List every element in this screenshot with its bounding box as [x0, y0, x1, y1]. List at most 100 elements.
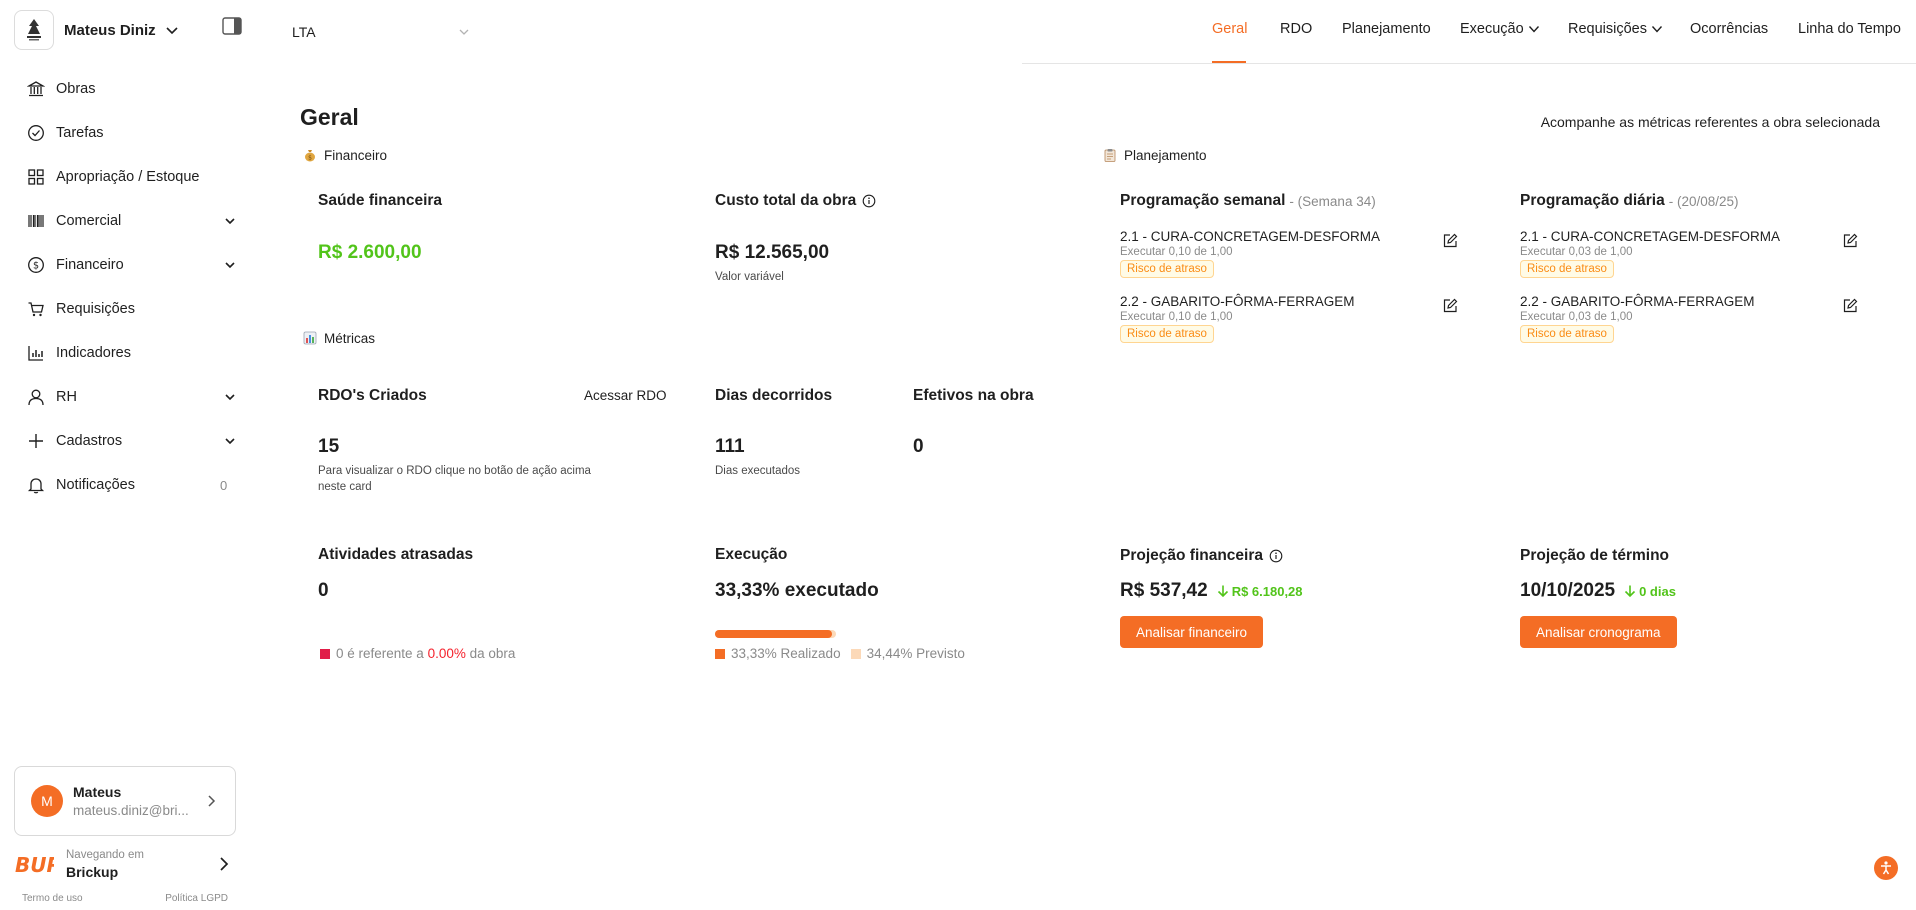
task-title: 2.1 - CURA-CONCRETAGEM-DESFORMA — [1520, 229, 1781, 244]
rdo-value: 15 — [318, 436, 340, 457]
legend-previsto: 34,44% Previsto — [866, 646, 965, 661]
sidebar-item-label: Obras — [56, 81, 96, 97]
sidebar-item-obras[interactable]: Obras — [0, 67, 252, 111]
tab-planejamento[interactable]: Planejamento — [1342, 21, 1431, 37]
edit-icon[interactable] — [1442, 233, 1458, 249]
active-tab-indicator — [1212, 61, 1246, 63]
chevron-down-icon — [459, 29, 469, 35]
atrasadas-value: 0 — [318, 580, 329, 601]
status-badge: Risco de atraso — [1520, 260, 1614, 278]
projecao-termino-delta: 0 dias — [1623, 584, 1676, 599]
sidebar-item-financeiro[interactable]: $ Financeiro — [0, 243, 252, 287]
chevron-down-icon — [225, 262, 235, 269]
delta-text: R$ 6.180,28 — [1231, 583, 1303, 599]
sidebar-toggle-icon[interactable] — [222, 17, 242, 35]
tab-label: Requisições — [1568, 21, 1647, 37]
sidebar-item-cadastros[interactable]: Cadastros — [0, 419, 252, 463]
weekly-task-item: 2.1 - CURA-CONCRETAGEM-DESFORMA Executar… — [1120, 229, 1458, 278]
terms-link[interactable]: Termo de uso — [22, 893, 83, 904]
avatar: M — [31, 785, 63, 817]
task-title: 2.2 - GABARITO-FÔRMA-FERRAGEM — [1120, 294, 1355, 309]
projecao-financeira-delta: R$ 6.180,28 — [1216, 584, 1303, 599]
task-title: 2.2 - GABARITO-FÔRMA-FERRAGEM — [1520, 294, 1755, 309]
legend-realizado: 33,33% Realizado — [731, 646, 841, 661]
task-sub: Executar 0,03 de 1,00 — [1520, 246, 1633, 258]
check-circle-icon — [26, 123, 46, 143]
tab-requisicoes[interactable]: Requisições — [1568, 21, 1664, 37]
status-badge: Risco de atraso — [1120, 260, 1214, 278]
sidebar-item-notificacoes[interactable]: Notificações 0 — [0, 463, 252, 507]
tab-label: Linha do Tempo — [1798, 21, 1901, 37]
card-title-period: - (20/08/25) — [1668, 193, 1739, 209]
atrasadas-legend: 0 é referente a 0.00% da obra — [320, 646, 515, 661]
account-name: Mateus Diniz — [64, 21, 156, 39]
delta-text: 0 dias — [1639, 583, 1676, 599]
sidebar-item-rh[interactable]: RH — [0, 375, 252, 419]
edit-icon[interactable] — [1442, 298, 1458, 314]
info-icon[interactable] — [1269, 549, 1283, 563]
user-name: Mateus — [73, 784, 122, 800]
user-icon — [26, 387, 46, 407]
task-title: 2.1 - CURA-CONCRETAGEM-DESFORMA — [1120, 229, 1381, 244]
edit-icon[interactable] — [1842, 233, 1858, 249]
sidebar-item-label: Tarefas — [56, 125, 104, 141]
page-subtitle: Acompanhe as métricas referentes a obra … — [1540, 114, 1880, 130]
access-rdo-link[interactable]: Acessar RDO — [584, 388, 667, 403]
sidebar-item-comercial[interactable]: Comercial — [0, 199, 252, 243]
tab-rdo[interactable]: RDO — [1280, 21, 1312, 37]
saude-value: R$ 2.600,00 — [318, 242, 422, 263]
sidebar: Mateus Diniz Obras Tarefas Apropriação /… — [0, 0, 252, 910]
execution-progress-bar — [715, 630, 836, 638]
dias-note: Dias executados — [715, 465, 801, 477]
task-sub: Executar 0,10 de 1,00 — [1120, 246, 1233, 258]
sidebar-item-indicadores[interactable]: Indicadores — [0, 331, 252, 375]
sidebar-item-apropriacao[interactable]: Apropriação / Estoque — [0, 155, 252, 199]
legend-swatch-realizado — [715, 648, 725, 659]
chevron-right-icon — [220, 857, 229, 871]
card-title-execucao: Execução — [715, 546, 788, 563]
accessibility-button[interactable] — [1874, 856, 1898, 880]
chevron-right-icon — [208, 795, 216, 807]
legend-text: 0 é referente a — [336, 646, 424, 661]
chevron-down-icon — [225, 438, 235, 445]
chevron-down-icon — [1528, 26, 1539, 33]
edit-icon[interactable] — [1842, 298, 1858, 314]
card-title-text: Programação semanal — [1120, 192, 1286, 209]
analyze-schedule-button[interactable]: Analisar cronograma — [1520, 616, 1677, 648]
privacy-link[interactable]: Política LGPD — [165, 893, 228, 904]
org-switcher[interactable]: BUP Navegando em Brickup — [14, 844, 236, 884]
grid-icon — [26, 167, 46, 187]
legend-text: da obra — [469, 646, 516, 661]
company-logo — [14, 10, 54, 50]
info-icon[interactable] — [862, 194, 876, 208]
tab-label: RDO — [1280, 21, 1313, 37]
card-title-projecao-financeira: Projeção financeira — [1120, 547, 1283, 565]
section-financeiro: $ Financeiro — [302, 147, 387, 163]
card-title-atrasadas: Atividades atrasadas — [318, 546, 474, 563]
tab-linha-do-tempo[interactable]: Linha do Tempo — [1798, 21, 1901, 37]
tab-execucao[interactable]: Execução — [1460, 21, 1541, 37]
sidebar-item-tarefas[interactable]: Tarefas — [0, 111, 252, 155]
tab-ocorrencias[interactable]: Ocorrências — [1690, 21, 1768, 37]
sidebar-item-label: Notificações — [56, 477, 135, 493]
money-bag-icon: $ — [302, 147, 318, 163]
projecao-financeira-value-row: R$ 537,42 R$ 6.180,28 — [1120, 580, 1303, 602]
accessibility-icon — [1881, 861, 1891, 875]
execucao-legend: 33,33% Realizado 34,44% Previsto — [715, 646, 965, 661]
arrow-down-icon — [1625, 585, 1636, 598]
user-profile-card[interactable]: M Mateus mateus.diniz@bri... — [14, 766, 236, 836]
sidebar-item-requisicoes[interactable]: Requisições — [0, 287, 252, 331]
project-select[interactable]: LTA — [292, 20, 472, 44]
chevron-down-icon — [225, 394, 235, 401]
tab-geral[interactable]: Geral — [1212, 21, 1247, 37]
section-label-text: Planejamento — [1124, 147, 1207, 163]
section-metricas: Métricas — [302, 330, 375, 346]
daily-task-item: 2.2 - GABARITO-FÔRMA-FERRAGEM Executar 0… — [1520, 294, 1858, 343]
card-title-rdo: RDO's Criados — [318, 387, 427, 404]
sidebar-item-label: Requisições — [56, 301, 135, 317]
account-switcher[interactable]: Mateus Diniz — [14, 10, 244, 50]
bell-icon — [26, 475, 46, 495]
section-label-text: Métricas — [324, 330, 376, 346]
sidebar-item-label: Comercial — [56, 213, 122, 229]
analyze-financial-button[interactable]: Analisar financeiro — [1120, 616, 1264, 648]
